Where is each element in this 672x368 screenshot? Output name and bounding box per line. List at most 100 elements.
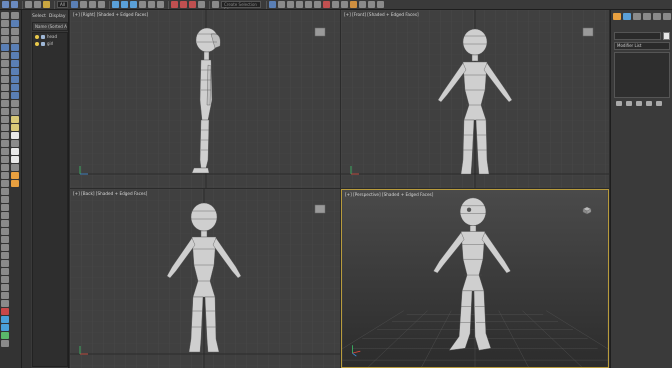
bind-space-warp-icon[interactable] bbox=[43, 1, 50, 8]
geosphere-primitive-icon[interactable] bbox=[11, 140, 19, 147]
layer-explorer-icon[interactable] bbox=[286, 1, 294, 8]
connect-tool-icon[interactable] bbox=[1, 60, 9, 67]
angle-snap-icon[interactable] bbox=[179, 1, 187, 8]
sphere-primitive-icon[interactable] bbox=[11, 76, 19, 83]
visibility-bulb-icon[interactable] bbox=[35, 41, 39, 46]
modifier-list-dropdown[interactable]: Modifier List bbox=[614, 42, 670, 50]
ring-selection-icon[interactable] bbox=[1, 228, 9, 235]
rendered-frame-window-icon[interactable] bbox=[340, 1, 348, 8]
extrude-tool-icon[interactable] bbox=[1, 68, 9, 75]
object-color-swatch[interactable] bbox=[663, 32, 670, 40]
configure-modifier-sets-icon[interactable] bbox=[656, 101, 662, 106]
create-tab-icon[interactable] bbox=[613, 13, 621, 20]
remove-modifier-icon[interactable] bbox=[646, 101, 652, 106]
render-iterative-icon[interactable] bbox=[358, 1, 366, 8]
collapse-tool-icon[interactable] bbox=[1, 204, 9, 211]
curve-editor-icon[interactable] bbox=[304, 1, 312, 8]
pyramid-primitive-icon[interactable] bbox=[11, 124, 19, 131]
torus-primitive-icon[interactable] bbox=[11, 92, 19, 99]
use-nurms-icon[interactable] bbox=[1, 284, 9, 291]
inset-tool-icon[interactable] bbox=[1, 84, 9, 91]
list-item[interactable]: head bbox=[33, 33, 67, 40]
viewport-label[interactable]: [+] [Perspective] [Shaded + Edged Faces] bbox=[345, 192, 433, 197]
make-planar-icon[interactable] bbox=[1, 260, 9, 267]
quickslice-tool-icon[interactable] bbox=[1, 180, 9, 187]
slice-tool-icon[interactable] bbox=[1, 172, 9, 179]
toggle-ribbon-icon[interactable] bbox=[295, 1, 303, 8]
modifier-stack[interactable] bbox=[614, 52, 670, 98]
cut-tool-icon[interactable] bbox=[1, 52, 9, 59]
bevel-tool-icon[interactable] bbox=[1, 76, 9, 83]
spot-light-icon[interactable] bbox=[11, 180, 19, 187]
vertex-tool-icon[interactable] bbox=[1, 28, 9, 35]
named-selection-field[interactable]: Create Selection Se bbox=[220, 1, 261, 9]
box-primitive-icon[interactable] bbox=[11, 68, 19, 75]
chamfer-tool-icon[interactable] bbox=[1, 100, 9, 107]
undo-icon[interactable] bbox=[2, 1, 9, 8]
list-item[interactable]: girl bbox=[33, 40, 67, 47]
pin-stack-icon[interactable] bbox=[616, 101, 622, 106]
relax-tool-icon[interactable] bbox=[1, 124, 9, 131]
mirror-icon[interactable] bbox=[268, 1, 276, 8]
align-icon[interactable] bbox=[277, 1, 285, 8]
create-spacewarps-icon[interactable] bbox=[11, 52, 19, 59]
preserve-uvs-icon[interactable] bbox=[1, 300, 9, 307]
paint-deform-icon[interactable] bbox=[1, 308, 9, 315]
create-lights-icon[interactable] bbox=[11, 28, 19, 35]
grow-selection-icon[interactable] bbox=[1, 212, 9, 219]
constraints-icon[interactable] bbox=[1, 292, 9, 299]
view-align-icon[interactable] bbox=[1, 268, 9, 275]
viewport-label[interactable]: [+] [Right] [Shaded + Edged Faces] bbox=[73, 12, 148, 17]
swift-loop-icon[interactable] bbox=[1, 44, 9, 51]
unhide-tool-icon[interactable] bbox=[1, 196, 9, 203]
a360-gallery-icon[interactable] bbox=[376, 1, 384, 8]
meshsmooth-icon[interactable] bbox=[1, 244, 9, 251]
snap-toggle-icon[interactable] bbox=[170, 1, 178, 8]
window-crossing-icon[interactable] bbox=[97, 1, 105, 8]
utilities-tab-icon[interactable] bbox=[663, 13, 671, 20]
attach-tool-icon[interactable] bbox=[1, 164, 9, 171]
paint-selection-icon[interactable] bbox=[1, 316, 9, 323]
viewport-right[interactable]: [+] [Right] [Shaded + Edged Faces] bbox=[70, 10, 340, 188]
modify-tab-icon[interactable] bbox=[623, 13, 631, 20]
viewcube-icon[interactable] bbox=[313, 204, 327, 214]
teapot-primitive-icon[interactable] bbox=[11, 100, 19, 107]
pivot-center-icon[interactable] bbox=[147, 1, 155, 8]
percent-snap-icon[interactable] bbox=[188, 1, 196, 8]
flip-tool-icon[interactable] bbox=[1, 148, 9, 155]
viewport-front[interactable]: [+] [Front] [Shaded + Edged Faces] bbox=[341, 10, 609, 188]
shrink-selection-icon[interactable] bbox=[1, 220, 9, 227]
create-systems-icon[interactable] bbox=[11, 60, 19, 67]
bridge-tool-icon[interactable] bbox=[1, 92, 9, 99]
hide-tool-icon[interactable] bbox=[1, 188, 9, 195]
step-build-icon[interactable] bbox=[1, 332, 9, 339]
edge-tool-icon[interactable] bbox=[1, 20, 9, 27]
redo-icon[interactable] bbox=[11, 1, 18, 8]
edit-named-selection-icon[interactable] bbox=[211, 1, 219, 8]
spinner-snap-icon[interactable] bbox=[197, 1, 205, 8]
omni-light-icon[interactable] bbox=[11, 172, 19, 179]
cylinder-primitive-icon[interactable] bbox=[11, 84, 19, 91]
display-tab-icon[interactable] bbox=[653, 13, 661, 20]
select-tool-icon[interactable] bbox=[1, 12, 9, 19]
text-shape-icon[interactable] bbox=[11, 148, 19, 155]
unlink-icon[interactable] bbox=[34, 1, 41, 8]
viewport-back[interactable]: [+] [Back] [Shaded + Edged Faces] bbox=[70, 189, 340, 368]
render-setup-icon[interactable] bbox=[331, 1, 339, 8]
motion-tab-icon[interactable] bbox=[643, 13, 651, 20]
viewport-label[interactable]: [+] [Front] [Shaded + Edged Faces] bbox=[344, 12, 419, 17]
make-unique-icon[interactable] bbox=[636, 101, 642, 106]
loop-selection-icon[interactable] bbox=[1, 236, 9, 243]
cap-tool-icon[interactable] bbox=[1, 140, 9, 147]
select-object-icon[interactable] bbox=[70, 1, 78, 8]
rectangular-selection-icon[interactable] bbox=[88, 1, 96, 8]
viewcube-icon[interactable] bbox=[581, 27, 595, 37]
link-icon[interactable] bbox=[25, 1, 32, 8]
paint-connect-icon[interactable] bbox=[1, 324, 9, 331]
tessellate-icon[interactable] bbox=[1, 252, 9, 259]
show-end-result-icon[interactable] bbox=[626, 101, 632, 106]
viewcube-icon[interactable] bbox=[580, 205, 594, 215]
create-shapes-icon[interactable] bbox=[11, 12, 19, 19]
object-name-field[interactable] bbox=[614, 32, 661, 40]
explorer-column-header[interactable]: Name (Sorted Ascending) bbox=[32, 22, 68, 31]
